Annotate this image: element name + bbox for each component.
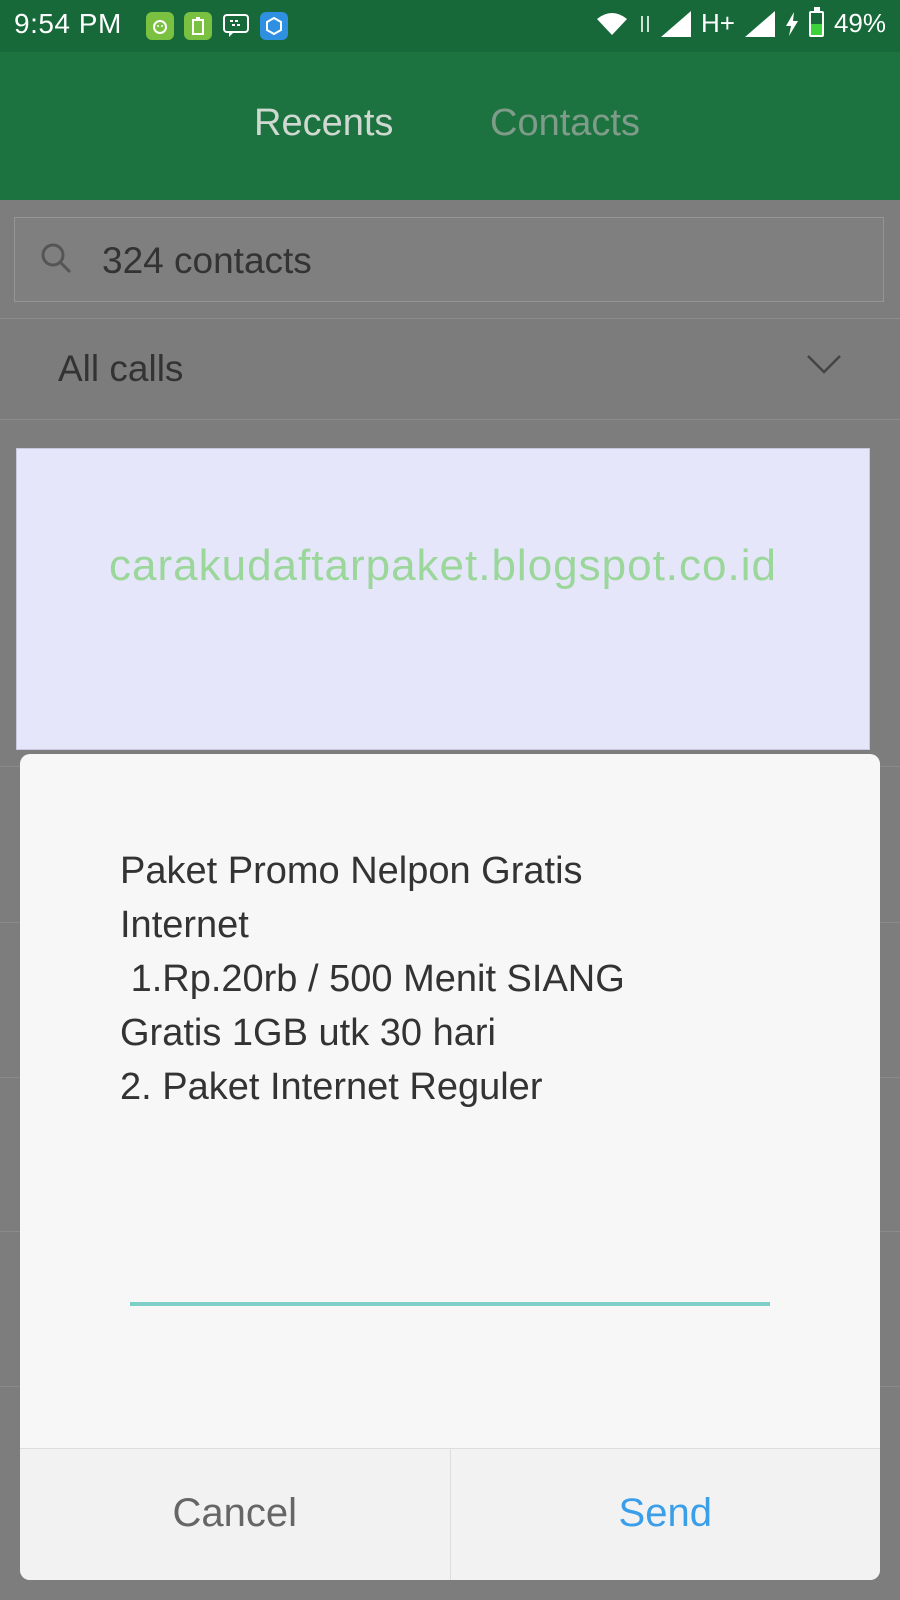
status-right: H+ 49% [595,6,886,39]
battery-app-icon [184,12,212,40]
ussd-dialog: Paket Promo Nelpon Gratis Internet 1.Rp.… [20,754,880,1580]
watermark-text: carakudaftarpaket.blogspot.co.id [109,541,777,590]
status-time: 9:54 PM [14,8,122,39]
dialog-buttons: Cancel Send [20,1448,880,1580]
notification-icons [146,12,288,40]
data-arrows-icon [640,15,649,32]
wifi-icon [596,12,627,35]
tab-contacts[interactable]: Contacts [490,102,640,145]
watermark-banner: carakudaftarpaket.blogspot.co.id [16,448,870,750]
signal-icon-2 [744,10,775,37]
chevron-down-icon[interactable] [806,352,842,376]
filter-label: All calls [58,348,184,389]
tab-recents[interactable]: Recents [254,102,393,145]
search-icon [41,243,72,274]
cancel-button[interactable]: Cancel [20,1449,451,1580]
network-type: H+ [700,8,735,38]
status-bar: 9:54 PM H+ 49% [0,0,900,52]
tab-bar: Recents Contacts [0,52,900,200]
battery-percent: 49% [833,8,886,38]
reply-input[interactable] [130,1242,770,1306]
dialog-message: Paket Promo Nelpon Gratis Internet 1.Rp.… [120,850,625,1108]
send-button[interactable]: Send [451,1449,881,1580]
charging-icon [785,11,798,36]
mi-icon [260,12,288,40]
bbm-icon [222,12,250,40]
search-input[interactable]: 324 contacts [102,240,312,282]
android-icon [146,12,174,40]
signal-icon [660,10,691,37]
battery-icon [808,6,824,37]
